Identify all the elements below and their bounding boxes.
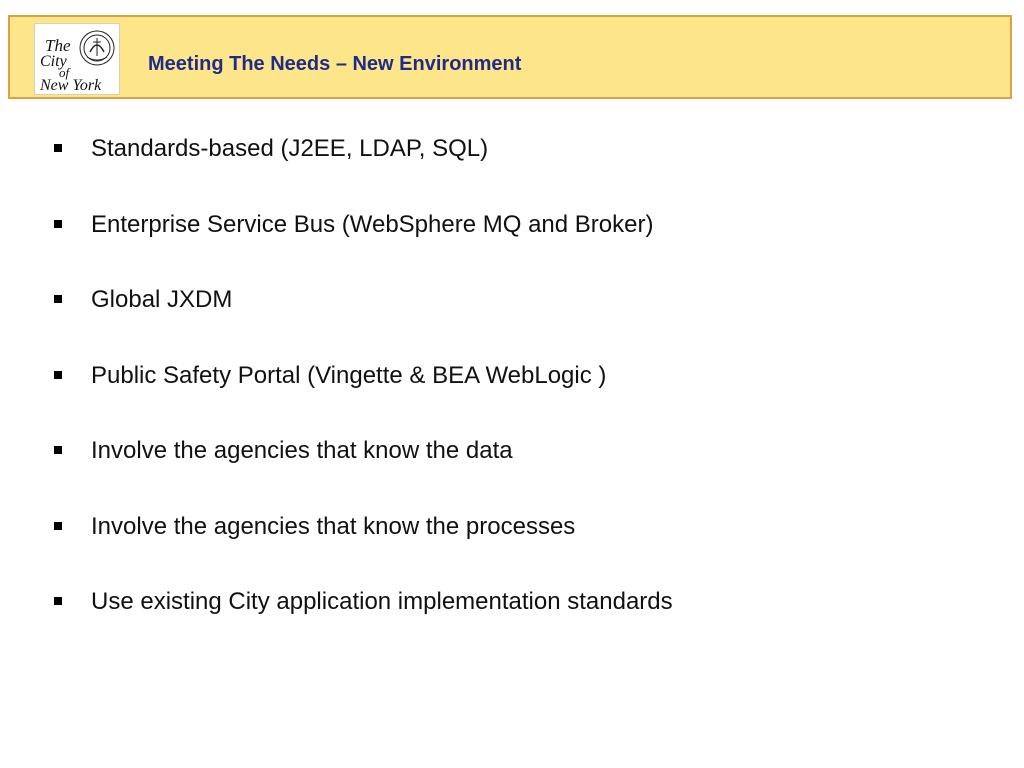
square-bullet-icon	[54, 521, 62, 530]
bullet-text: Involve the agencies that know the data	[91, 437, 513, 464]
bullet-text: Public Safety Portal (Vingette & BEA Web…	[91, 361, 607, 389]
slide: The City of New York Meeting The Needs –…	[0, 0, 1024, 768]
header-banner: The City of New York Meeting The Needs –…	[8, 15, 1012, 99]
city-of-new-york-logo-icon: The City of New York	[34, 23, 120, 95]
square-bullet-icon	[54, 446, 62, 454]
bullet-text: Enterprise Service Bus (WebSphere MQ and…	[91, 210, 654, 238]
bullet-text: Standards-based (J2EE, LDAP, SQL)	[91, 135, 489, 162]
bullet-text: Use existing City application implementa…	[91, 588, 673, 615]
bullet-item: Global JXDM	[52, 282, 673, 358]
square-bullet-icon	[54, 219, 62, 228]
bullet-item: Use existing City application implementa…	[52, 584, 673, 660]
square-bullet-icon	[54, 295, 62, 303]
square-bullet-icon	[54, 597, 62, 605]
square-bullet-icon	[54, 370, 62, 379]
bullet-item: Involve the agencies that know the data	[52, 433, 673, 509]
svg-text:New York: New York	[39, 77, 102, 94]
square-bullet-icon	[54, 144, 62, 152]
slide-title: Meeting The Needs – New Environment	[148, 53, 522, 75]
bullet-text: Global JXDM	[91, 286, 233, 313]
bullet-item: Involve the agencies that know the proce…	[52, 509, 673, 585]
bullet-item: Standards-based (J2EE, LDAP, SQL)	[52, 131, 673, 207]
bullet-item: Enterprise Service Bus (WebSphere MQ and…	[52, 207, 673, 283]
bullet-list: Standards-based (J2EE, LDAP, SQL) Enterp…	[52, 131, 673, 660]
bullet-item: Public Safety Portal (Vingette & BEA Web…	[52, 358, 673, 434]
bullet-text: Involve the agencies that know the proce…	[91, 512, 576, 540]
